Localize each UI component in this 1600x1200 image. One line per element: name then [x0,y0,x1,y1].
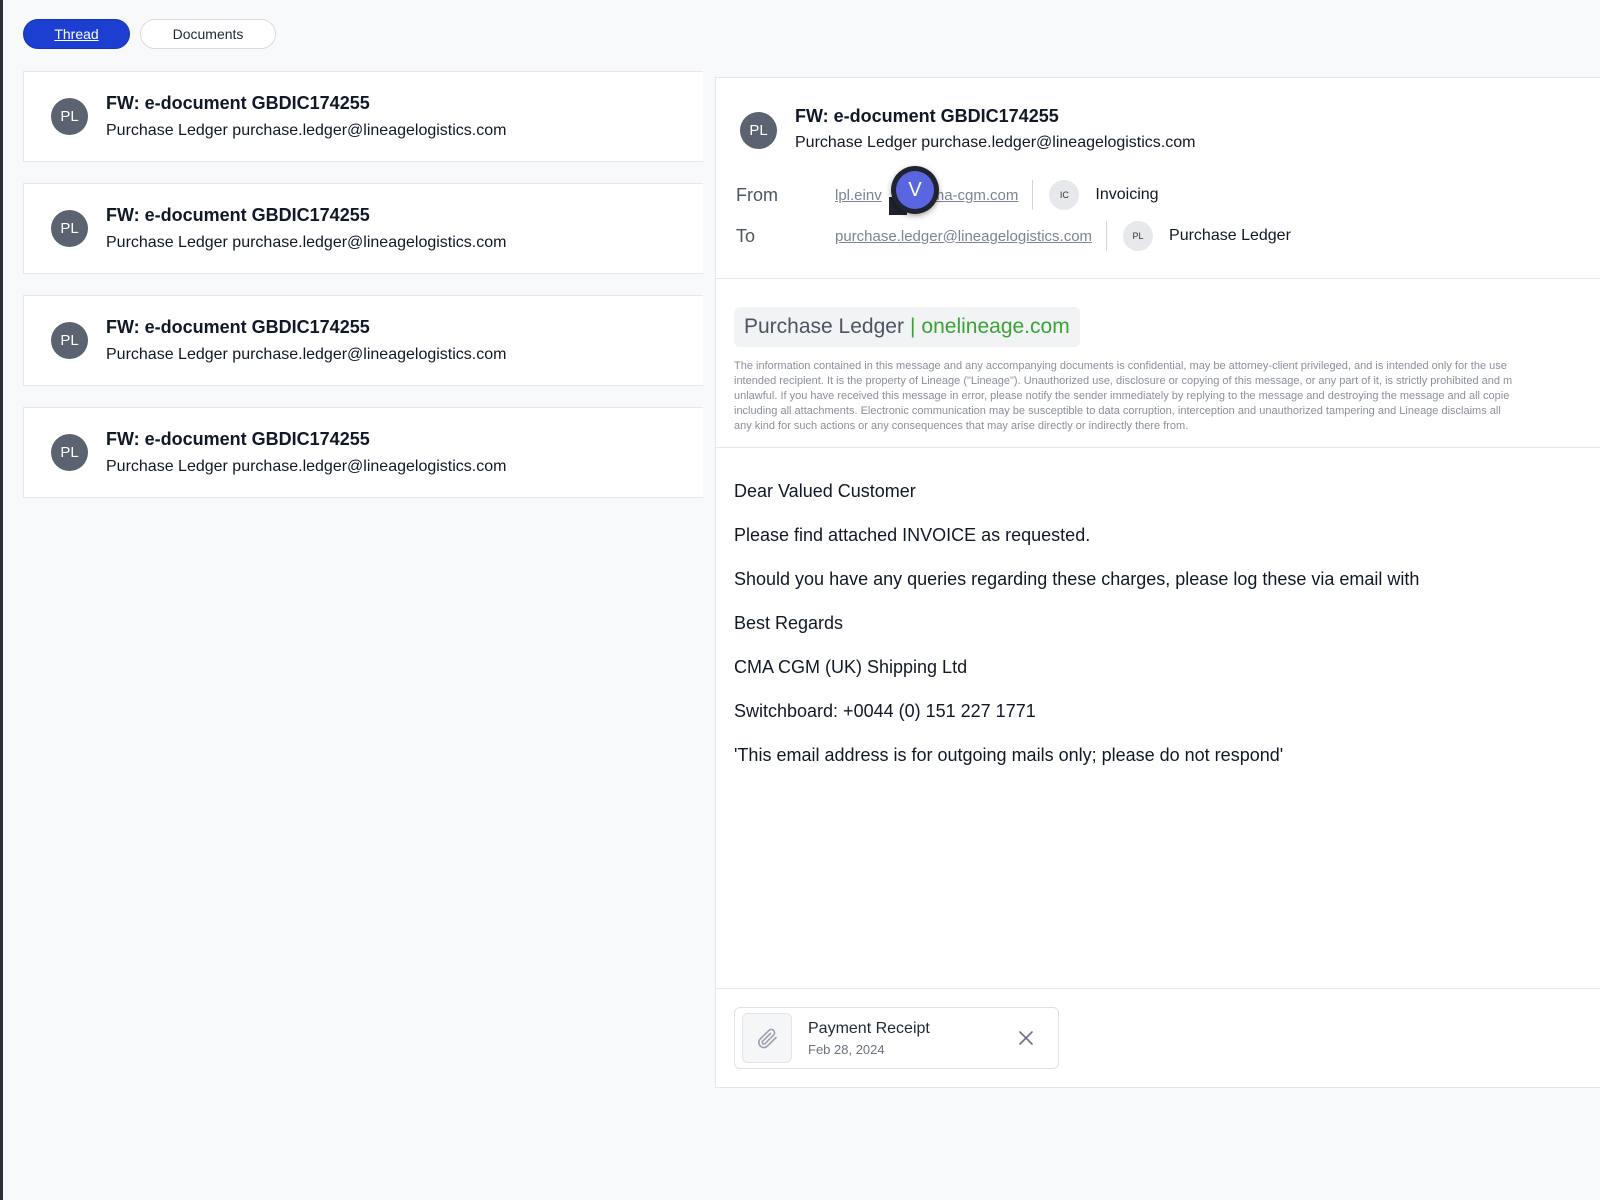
avatar: PL [51,434,88,471]
thread-item[interactable]: PL FW: e-document GBDIC174255 Purchase L… [23,295,703,386]
thread-sender: Purchase Ledger purchase.ledger@lineagel… [106,346,507,363]
thread-item[interactable]: PL FW: e-document GBDIC174255 Purchase L… [23,183,703,274]
user-cursor-badge: V [891,166,939,214]
avatar: PL [51,210,88,247]
thread-sender: Purchase Ledger purchase.ledger@lineagel… [106,122,507,139]
disclaimer-line: intended recipient. It is the property o… [734,375,1513,387]
window-edge [0,0,3,1200]
signature-domain: onelineage.com [921,315,1070,338]
close-icon [1019,1031,1033,1045]
message-body: Dear Valued Customer Please find attache… [734,480,1419,788]
from-email-start: lpl.einv [835,186,882,204]
from-row: From lpl.einv ma-cgm.com IC Invoicing [736,179,1159,211]
message-sender: Purchase Ledger purchase.ledger@lineagel… [795,134,1196,151]
disclaimer-line: The information contained in this messag… [734,360,1507,372]
divider [1106,221,1108,251]
avatar: PL [1123,221,1154,251]
signature-separator: | [909,315,916,338]
disclaimer-line: unlawful. If you have received this mess… [734,390,1510,402]
attachment-name: Payment Receipt [808,1019,930,1037]
thread-subject: FW: e-document GBDIC174255 [106,93,370,113]
tab-thread[interactable]: Thread [23,19,130,49]
avatar: PL [51,322,88,359]
thread-item[interactable]: PL FW: e-document GBDIC174255 Purchase L… [23,71,703,162]
attachment-date: Feb 28, 2024 [808,1041,885,1057]
body-line: Should you have any queries regarding th… [734,569,1420,589]
confidentiality-disclaimer: The information contained in this messag… [734,359,1600,434]
message-subject: FW: e-document GBDIC174255 [795,106,1059,126]
from-email-end: ma-cgm.com [931,186,1019,204]
body-line: CMA CGM (UK) Shipping Ltd [734,657,968,677]
divider [716,988,1600,989]
thread-subject: FW: e-document GBDIC174255 [106,317,370,337]
body-line: Dear Valued Customer [734,481,916,501]
remove-attachment-button[interactable] [1014,1026,1038,1050]
avatar: IC [1049,180,1080,210]
tab-documents[interactable]: Documents [140,19,276,49]
avatar: PL [740,112,777,149]
thread-sender: Purchase Ledger purchase.ledger@lineagel… [106,458,507,475]
divider [716,447,1600,448]
to-row: To purchase.ledger@lineagelogistics.com … [736,220,1291,252]
body-line: Switchboard: +0044 (0) 151 227 1771 [734,701,1036,721]
body-line: Best Regards [734,613,844,633]
to-name: Purchase Ledger [1169,227,1291,244]
thread-list: PL FW: e-document GBDIC174255 Purchase L… [23,71,703,519]
thread-sender: Purchase Ledger purchase.ledger@lineagel… [106,234,507,251]
divider [716,278,1600,279]
message-header: PL FW: e-document GBDIC174255 Purchase L… [740,106,1195,152]
thread-subject: FW: e-document GBDIC174255 [106,205,370,225]
view-tabs: Thread Documents [23,19,276,49]
from-label: From [736,184,778,205]
disclaimer-line: any kind for such actions or any consequ… [734,420,1189,432]
from-name: Invoicing [1095,186,1159,203]
attachment-card[interactable]: Payment Receipt Feb 28, 2024 [734,1007,1059,1069]
message-detail: PL FW: e-document GBDIC174255 Purchase L… [715,77,1600,1088]
thread-subject: FW: e-document GBDIC174255 [106,429,370,449]
divider [1032,180,1034,210]
body-line: 'This email address is for outgoing mail… [734,745,1284,765]
disclaimer-line: including all attachments. Electronic co… [734,405,1501,417]
body-line: Please find attached INVOICE as requeste… [734,525,1091,545]
cursor-initial: V [896,171,934,209]
signature-banner: Purchase Ledger | onelineage.com [734,307,1080,347]
to-email-link[interactable]: purchase.ledger@lineagelogistics.com [835,228,1092,245]
avatar: PL [51,98,88,135]
signature-name: Purchase Ledger [744,315,904,338]
to-label: To [736,225,756,246]
thread-item[interactable]: PL FW: e-document GBDIC174255 Purchase L… [23,407,703,498]
paperclip-icon [742,1013,792,1063]
